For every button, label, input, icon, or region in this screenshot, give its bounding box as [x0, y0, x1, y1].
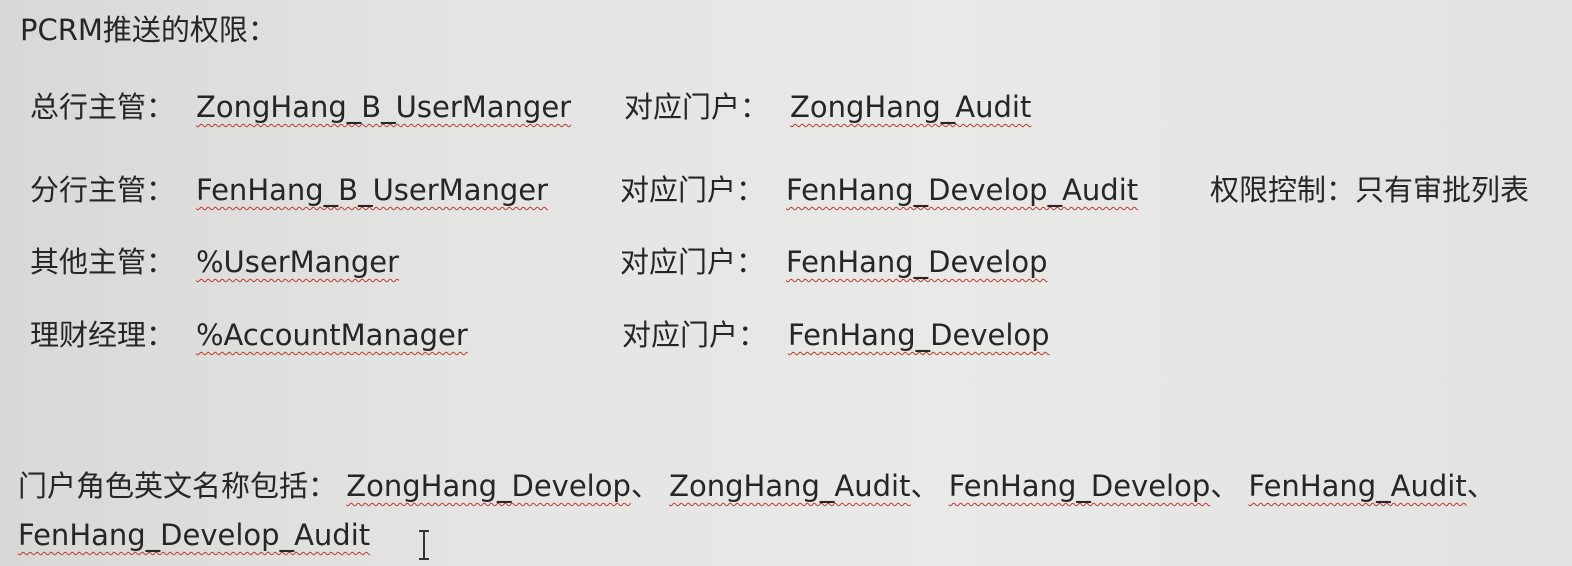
role-label: 其他主管： [30, 245, 176, 279]
permission-control-note: 权限控制：只有审批列表 [1210, 173, 1530, 207]
portal-roles-label: 门户角色英文名称包括： [18, 469, 338, 503]
portal-label: 对应门户： [622, 318, 768, 352]
portal-roles-line: FenHang_Develop_Audit [18, 515, 370, 555]
portal-role: ZongHang_Develop [346, 469, 631, 503]
portal-role: FenHang_Develop_Audit [18, 518, 371, 552]
portal-value: FenHang_Develop_Audit [786, 173, 1139, 207]
role-value: ZongHang_B_UserManger [196, 90, 572, 124]
page-title: PCRM推送的权限： [20, 13, 277, 47]
role-label: 总行主管： [30, 90, 176, 124]
role-value: %AccountManager [196, 318, 468, 352]
role-separator: 、 [1210, 469, 1240, 503]
document-body: PCRM推送的权限： 总行主管： ZongHang_B_UserManger 对… [0, 0, 1572, 566]
portal-value: ZongHang_Audit [790, 90, 1032, 124]
portal-role: FenHang_Develop [948, 469, 1211, 503]
portal-label: 对应门户： [620, 173, 766, 207]
portal-role: FenHang_Audit [1248, 469, 1467, 503]
role-label: 理财经理： [30, 318, 176, 352]
role-value: %UserManger [196, 245, 399, 279]
role-separator: 、 [1466, 469, 1496, 503]
role-separator: 、 [910, 469, 940, 503]
portal-label: 对应门户： [624, 90, 770, 124]
permission-row: 总行主管： ZongHang_B_UserManger 对应门户： ZongHa… [0, 87, 1572, 127]
portal-roles-line: 门户角色英文名称包括： ZongHang_Develop、 ZongHang_A… [18, 466, 1496, 506]
portal-value: FenHang_Develop [788, 318, 1050, 352]
text-cursor-icon [419, 530, 429, 560]
role-value: FenHang_B_UserManger [196, 173, 549, 207]
role-separator: 、 [630, 469, 660, 503]
permission-row: 理财经理： %AccountManager 对应门户： FenHang_Deve… [0, 315, 1572, 355]
portal-value: FenHang_Develop [786, 245, 1048, 279]
portal-label: 对应门户： [620, 245, 766, 279]
permission-row: 分行主管： FenHang_B_UserManger 对应门户： FenHang… [0, 170, 1572, 210]
role-label: 分行主管： [30, 173, 176, 207]
permission-row: 其他主管： %UserManger 对应门户： FenHang_Develop [0, 242, 1572, 282]
portal-role: ZongHang_Audit [669, 469, 911, 503]
